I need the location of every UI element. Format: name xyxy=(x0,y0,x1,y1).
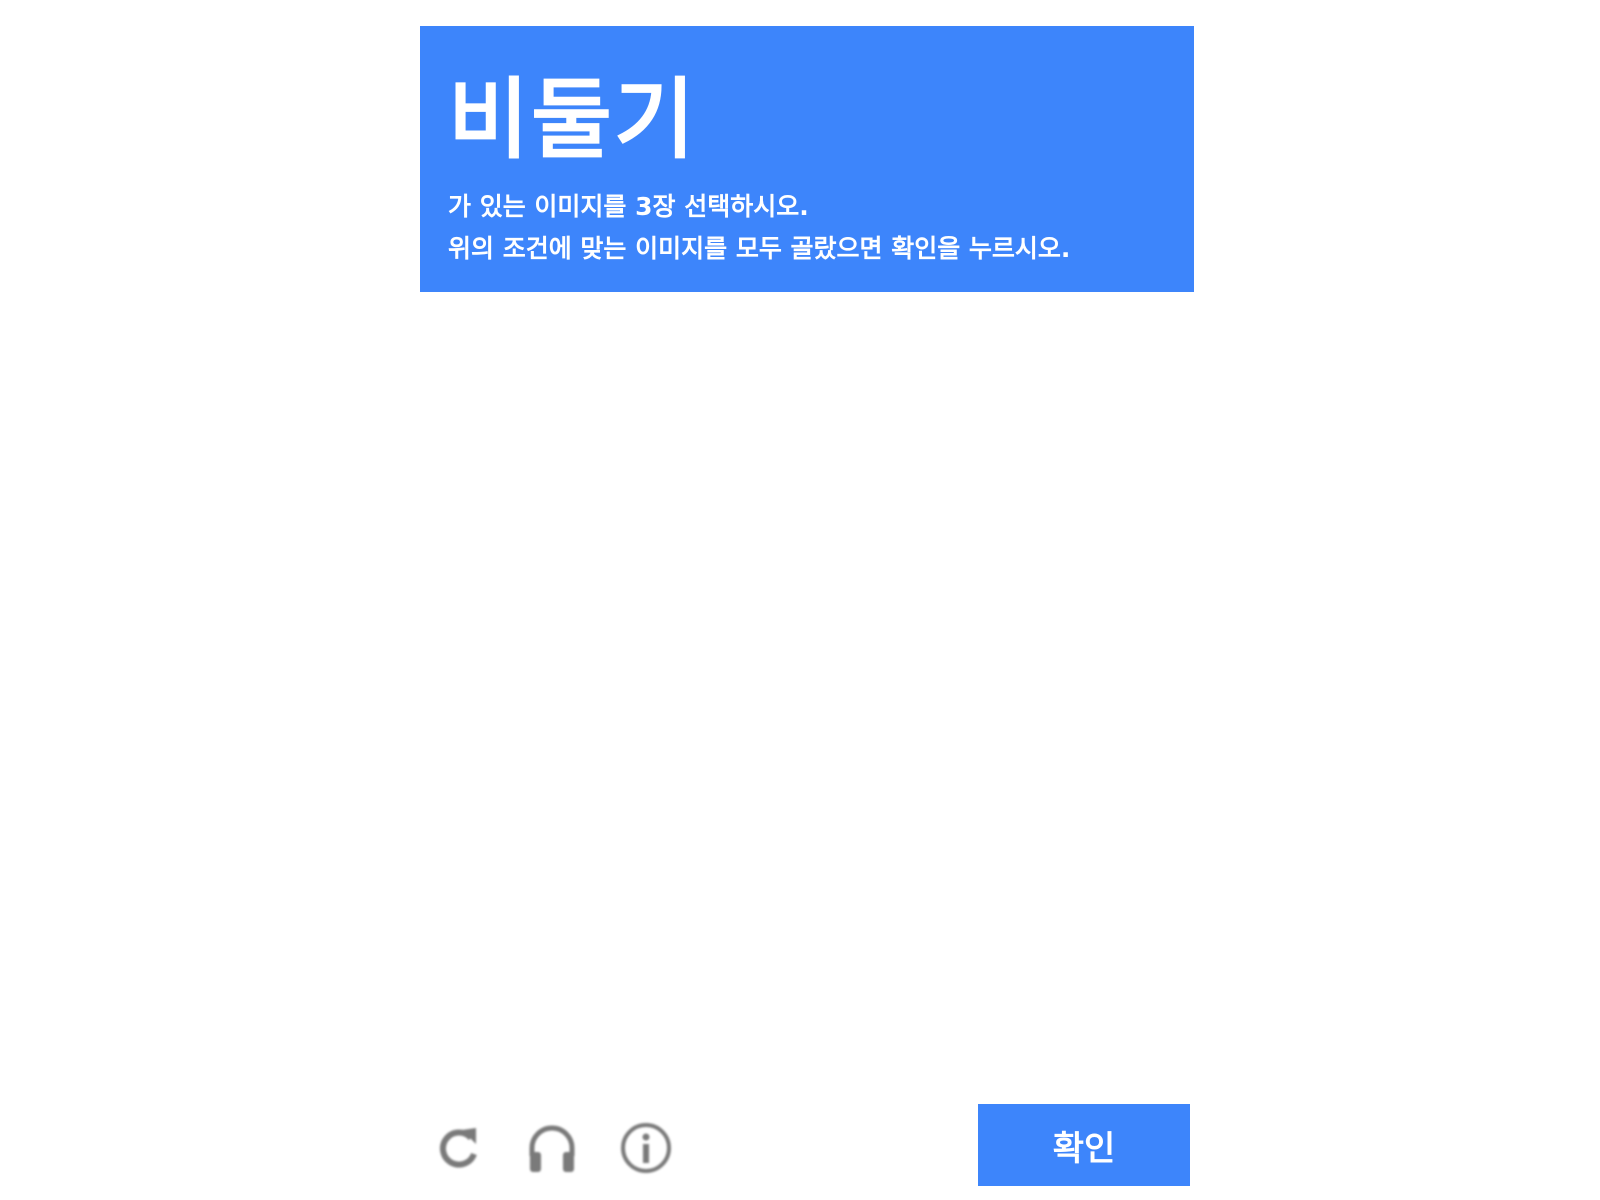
challenge-title: 비둘기 xyxy=(448,68,697,171)
refresh-icon[interactable] xyxy=(428,1118,488,1178)
instruction-line-2: 위의 조건에 맞는 이미지를 모두 골랐으면 확인을 누르시오. xyxy=(448,234,1071,263)
headphones-icon[interactable] xyxy=(522,1118,582,1178)
captcha-header: 비둘기 가 있는 이미지를 3장 선택하시오. 위의 조건에 맞는 이미지를 모… xyxy=(420,26,1194,292)
info-icon[interactable] xyxy=(616,1118,676,1178)
captcha-widget: 비둘기 가 있는 이미지를 3장 선택하시오. 위의 조건에 맞는 이미지를 모… xyxy=(420,26,1194,1186)
instruction-line-1: 가 있는 이미지를 3장 선택하시오. xyxy=(448,192,809,221)
confirm-button[interactable]: 확인 xyxy=(978,1104,1190,1186)
captcha-footer: 확인 xyxy=(420,1104,1194,1186)
image-grid-area xyxy=(420,292,1194,1082)
